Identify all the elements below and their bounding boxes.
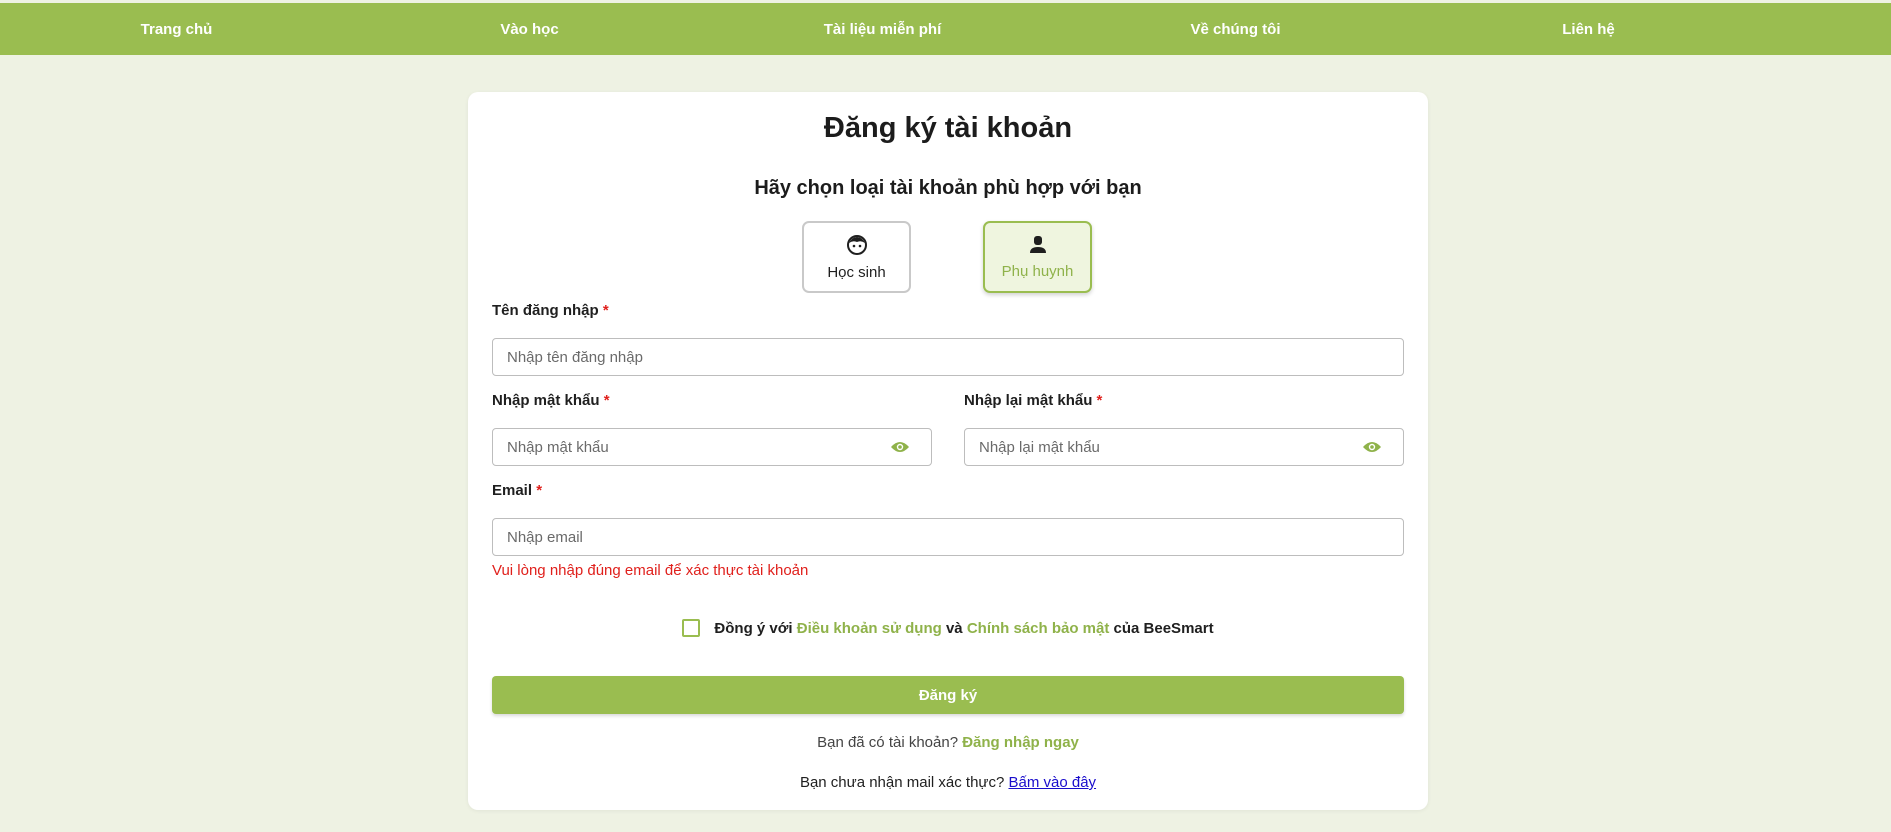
login-prompt-text: Bạn đã có tài khoản? bbox=[817, 734, 963, 751]
email-label-text: Email bbox=[492, 482, 533, 499]
student-face-icon bbox=[846, 234, 867, 255]
password-label-text: Nhập mật khẩu bbox=[492, 392, 600, 409]
register-button[interactable]: Đăng ký bbox=[492, 676, 1404, 714]
agreement-suffix-text: của BeeSmart bbox=[1109, 619, 1214, 637]
top-navigation-bar: Trang chủ Vào học Tài liệu miễn phí Về c… bbox=[0, 3, 1891, 55]
verify-email-prompt-text: Bạn chưa nhận mail xác thực? bbox=[799, 774, 1009, 791]
terms-agreement-row: Đồng ý với Điều khoản sử dụng và Chính s… bbox=[468, 619, 1428, 637]
nav-item-about-us[interactable]: Về chúng tôi bbox=[1059, 21, 1412, 38]
nav-item-contact[interactable]: Liên hệ bbox=[1412, 21, 1765, 38]
nav-item-free-documents[interactable]: Tài liệu miễn phí bbox=[706, 21, 1059, 38]
confirm-password-label: Nhập lại mật khẩu * bbox=[964, 392, 1102, 409]
terms-of-use-link[interactable]: Điều khoản sử dụng bbox=[797, 620, 942, 637]
account-type-student-label: Học sinh bbox=[827, 263, 886, 281]
email-input[interactable] bbox=[492, 518, 1404, 556]
login-now-link[interactable]: Đăng nhập ngay bbox=[962, 734, 1079, 751]
terms-agreement-checkbox[interactable] bbox=[682, 619, 701, 637]
login-prompt: Bạn đã có tài khoản? Đăng nhập ngay bbox=[468, 734, 1428, 751]
password-input[interactable] bbox=[492, 428, 932, 466]
account-type-heading: Hãy chọn loại tài khoản phù hợp với bạn bbox=[754, 177, 1142, 199]
nav-item-home[interactable]: Trang chủ bbox=[0, 21, 353, 38]
confirm-password-visibility-eye-icon[interactable] bbox=[1362, 440, 1382, 454]
account-type-parent-label: Phụ huynh bbox=[1001, 262, 1074, 280]
resend-verification-link[interactable]: Bấm vào đây bbox=[1008, 774, 1096, 791]
register-card: Đăng ký tài khoản Hãy chọn loại tài khoả… bbox=[468, 92, 1428, 810]
parent-user-icon bbox=[1029, 235, 1046, 253]
username-label: Tên đăng nhập * bbox=[492, 302, 609, 319]
confirm-password-input[interactable] bbox=[964, 428, 1404, 466]
email-hint-message: Vui lòng nhập đúng email để xác thực tài… bbox=[492, 562, 809, 579]
password-visibility-eye-icon[interactable] bbox=[890, 440, 910, 454]
privacy-policy-link[interactable]: Chính sách bảo mật bbox=[967, 620, 1110, 637]
confirm-password-label-text: Nhập lại mật khẩu bbox=[964, 392, 1093, 409]
page-title: Đăng ký tài khoản bbox=[823, 112, 1073, 144]
username-label-text: Tên đăng nhập bbox=[492, 302, 599, 319]
email-label: Email * bbox=[492, 482, 542, 499]
agreement-prefix-text: Đồng ý với bbox=[714, 619, 797, 637]
required-mark: * bbox=[602, 302, 609, 319]
account-type-parent-option[interactable]: Phụ huynh bbox=[983, 221, 1092, 293]
nav-item-learn[interactable]: Vào học bbox=[353, 21, 706, 38]
account-type-student-option[interactable]: Học sinh bbox=[802, 221, 911, 293]
required-mark: * bbox=[536, 482, 543, 499]
username-input[interactable] bbox=[492, 338, 1404, 376]
verify-email-prompt: Bạn chưa nhận mail xác thực? Bấm vào đây bbox=[468, 774, 1428, 791]
required-mark: * bbox=[1096, 392, 1103, 409]
required-mark: * bbox=[603, 392, 610, 409]
password-label: Nhập mật khẩu * bbox=[492, 392, 610, 409]
agreement-middle-text: và bbox=[941, 619, 967, 637]
